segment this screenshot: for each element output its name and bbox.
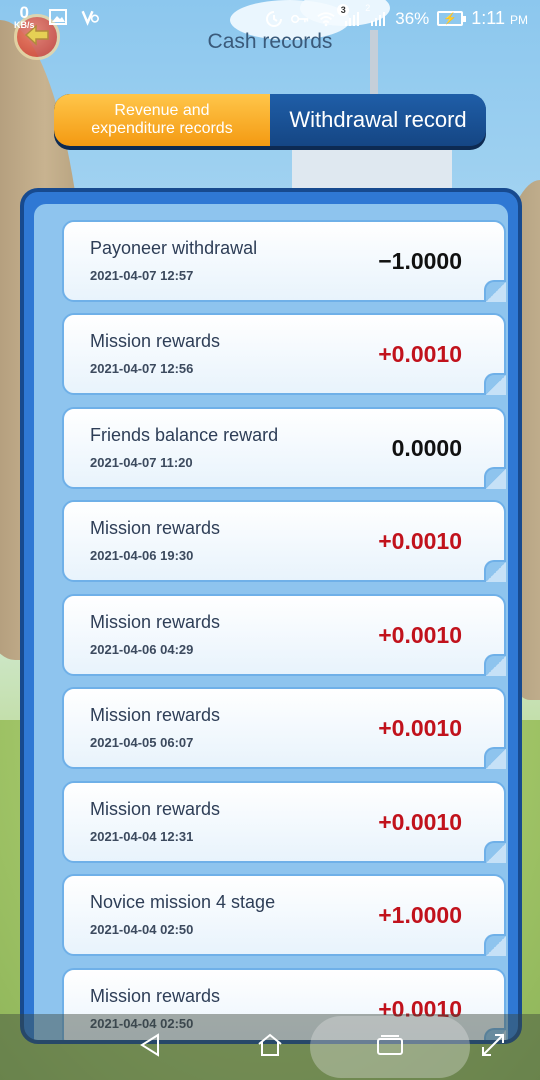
record-title: Friends balance reward xyxy=(90,425,279,445)
record-amount: −1.0000 xyxy=(378,248,462,274)
records-list: Payoneer withdrawal 2021-04-07 12:57 −1.… xyxy=(34,204,508,1040)
record-timestamp: 2021-04-04 02:50 xyxy=(90,922,194,937)
record-amount: +0.0010 xyxy=(378,528,462,554)
record-title: Mission rewards xyxy=(90,705,221,725)
triangle-back-icon xyxy=(138,1032,164,1063)
page-curl-icon xyxy=(484,654,506,676)
clock-time: 1:11 xyxy=(471,8,505,28)
record-item[interactable]: Mission rewards 2021-04-04 12:31 +0.0010 xyxy=(62,781,506,863)
tab-label-line2: expenditure records xyxy=(91,120,233,137)
record-title: Mission rewards xyxy=(90,799,221,819)
status-right: 3 2 36% ⚡ 1:11 PM xyxy=(265,3,528,29)
record-title: Novice mission 4 stage xyxy=(90,892,276,912)
record-amount: +1.0000 xyxy=(378,902,462,928)
record-timestamp: 2021-04-05 06:07 xyxy=(90,735,194,750)
home-icon xyxy=(256,1032,284,1063)
clock-ampm: PM xyxy=(510,13,528,27)
record-amount: 0.0000 xyxy=(391,435,462,461)
record-amount: +0.0010 xyxy=(378,715,462,741)
signal-sim1-icon: 3 xyxy=(337,3,361,28)
page-curl-icon xyxy=(484,280,506,302)
app-v-icon xyxy=(81,8,99,26)
tab-revenue-expenditure-label: Revenue and expenditure records xyxy=(91,102,232,138)
nav-home-button[interactable] xyxy=(253,1030,287,1064)
system-navigation-bar xyxy=(0,1014,540,1080)
record-timestamp: 2021-04-06 04:29 xyxy=(90,642,194,657)
clock: 1:11 PM xyxy=(471,8,528,29)
record-amount: +0.0010 xyxy=(378,341,462,367)
tab-withdrawal-record[interactable]: Withdrawal record xyxy=(270,94,486,146)
records-panel[interactable]: Payoneer withdrawal 2021-04-07 12:57 −1.… xyxy=(20,188,522,1044)
record-amount: +0.0010 xyxy=(378,622,462,648)
recents-icon xyxy=(376,1033,404,1062)
tab-revenue-expenditure[interactable]: Revenue and expenditure records xyxy=(54,94,270,146)
record-tabs: Revenue and expenditure records Withdraw… xyxy=(54,94,486,146)
record-title: Mission rewards xyxy=(90,518,221,538)
record-title: Mission rewards xyxy=(90,612,221,632)
signal-sim2-icon: 2 xyxy=(365,3,387,28)
sim2-label: 2 xyxy=(365,2,371,13)
record-item[interactable]: Friends balance reward 2021-04-07 11:20 … xyxy=(62,407,506,489)
battery-charging-icon: ⚡ xyxy=(437,11,467,26)
record-item[interactable]: Mission rewards 2021-04-07 12:56 +0.0010 xyxy=(62,313,506,395)
record-item[interactable]: Mission rewards 2021-04-05 06:07 +0.0010 xyxy=(62,687,506,769)
expand-icon xyxy=(481,1033,505,1062)
record-item[interactable]: Novice mission 4 stage 2021-04-04 02:50 … xyxy=(62,874,506,956)
status-left: 0 KB/s xyxy=(14,4,99,30)
network-speed-value: 0 xyxy=(19,3,29,22)
wifi-icon xyxy=(317,10,335,28)
nav-recents-button[interactable] xyxy=(373,1030,407,1064)
battery-percent: 36% xyxy=(395,8,430,28)
page-curl-icon xyxy=(484,934,506,956)
record-item[interactable]: Mission rewards 2021-04-06 19:30 +0.0010 xyxy=(62,500,506,582)
record-timestamp: 2021-04-04 12:31 xyxy=(90,829,194,844)
page-curl-icon xyxy=(484,560,506,582)
page-curl-icon xyxy=(484,841,506,863)
page-curl-icon xyxy=(484,467,506,489)
tab-withdrawal-record-label: Withdrawal record xyxy=(289,107,467,132)
record-item[interactable]: Mission rewards 2021-04-06 04:29 +0.0010 xyxy=(62,594,506,676)
page-curl-icon xyxy=(484,747,506,769)
network-speed: 0 KB/s xyxy=(14,4,35,30)
record-title: Payoneer withdrawal xyxy=(90,238,258,258)
record-amount: +0.0010 xyxy=(378,809,462,835)
record-title: Mission rewards xyxy=(90,331,221,351)
gallery-icon xyxy=(48,8,67,26)
record-title: Mission rewards xyxy=(90,986,221,1006)
record-timestamp: 2021-04-07 12:57 xyxy=(90,268,194,283)
page-curl-icon xyxy=(484,373,506,395)
nav-expand-button[interactable] xyxy=(476,1030,510,1064)
record-timestamp: 2021-04-07 12:56 xyxy=(90,361,194,376)
status-bar: 0 KB/s 3 2 36% ⚡ 1:11 PM xyxy=(0,0,540,36)
record-timestamp: 2021-04-07 11:20 xyxy=(90,455,193,470)
nav-back-button[interactable] xyxy=(134,1030,168,1064)
network-speed-unit: KB/s xyxy=(14,20,35,30)
record-item[interactable]: Payoneer withdrawal 2021-04-07 12:57 −1.… xyxy=(62,220,506,302)
tab-label-line1: Revenue and xyxy=(114,102,210,119)
record-timestamp: 2021-04-06 19:30 xyxy=(90,548,194,563)
alarm-icon xyxy=(265,10,283,28)
sim-badge: 3 xyxy=(337,3,350,16)
key-icon xyxy=(291,10,309,28)
